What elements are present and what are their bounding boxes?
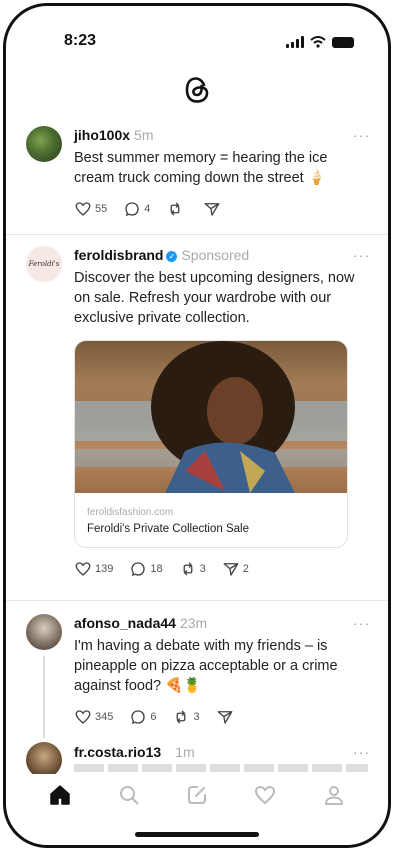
ad-photo[interactable] xyxy=(75,341,347,493)
reply-button[interactable]: 6 xyxy=(129,708,156,726)
nav-activity[interactable] xyxy=(245,775,285,815)
send-icon xyxy=(204,203,220,216)
like-button[interactable]: 139 xyxy=(74,560,113,578)
status-time: 8:23 xyxy=(64,32,97,49)
verified-badge-icon: ✓ xyxy=(166,251,178,262)
threads-logo[interactable] xyxy=(6,74,388,111)
ad-photo-illustration xyxy=(75,341,347,493)
post-actions: 55 4 xyxy=(74,200,224,218)
heart-icon xyxy=(75,710,91,724)
avatar[interactable] xyxy=(26,614,62,650)
post-text-truncated xyxy=(74,764,368,772)
phone-frame: 8:23 jiho100x 5m ··· Best summer memory =… xyxy=(3,3,391,848)
home-icon xyxy=(50,785,70,805)
wifi-icon xyxy=(310,36,326,48)
repost-button[interactable] xyxy=(166,200,187,218)
share-button[interactable] xyxy=(216,708,237,726)
repost-button[interactable]: 3 xyxy=(179,560,206,578)
post-jiho100x[interactable]: jiho100x 5m ··· Best summer memory = hear… xyxy=(6,124,388,236)
repost-count: 3 xyxy=(193,711,200,723)
status-bar: 8:23 xyxy=(6,32,388,56)
avatar[interactable] xyxy=(26,126,62,162)
bottom-nav xyxy=(6,775,388,815)
post-username[interactable]: feroldisbrand xyxy=(74,247,163,263)
more-options-icon[interactable]: ··· xyxy=(353,247,370,263)
sponsored-link-card[interactable]: feroldisfashion.com Feroldi's Private Co… xyxy=(74,340,348,548)
post-time: 5m xyxy=(134,127,154,143)
post-username[interactable]: afonso_nada44 xyxy=(74,615,176,631)
status-icons xyxy=(286,36,354,48)
like-count: 55 xyxy=(95,203,108,215)
post-actions: 139 18 3 2 xyxy=(74,560,249,578)
more-options-icon[interactable]: ··· xyxy=(353,615,370,631)
nav-search[interactable] xyxy=(109,775,149,815)
repost-icon xyxy=(177,710,186,724)
cellular-signal-icon xyxy=(286,36,304,48)
post-text: Discover the best upcoming designers, no… xyxy=(74,270,355,326)
reply-count: 6 xyxy=(150,711,157,723)
brand-avatar-text: Feroldi's xyxy=(28,260,60,268)
repost-button[interactable]: 3 xyxy=(172,708,200,726)
battery-icon xyxy=(332,36,354,48)
reply-count: 18 xyxy=(150,563,163,575)
post-text: Best summer memory = hearing the ice cre… xyxy=(74,150,328,186)
repost-icon xyxy=(183,562,193,576)
thread-line xyxy=(43,656,45,738)
profile-icon xyxy=(324,786,343,805)
divider xyxy=(6,234,388,235)
like-button[interactable]: 345 xyxy=(74,708,113,726)
avatar[interactable] xyxy=(26,742,62,774)
send-icon xyxy=(217,711,233,724)
sponsored-label: Sponsored xyxy=(181,247,250,263)
post-text: I'm having a debate with my friends – is… xyxy=(74,638,338,694)
share-count: 2 xyxy=(242,563,249,575)
nav-home[interactable] xyxy=(40,775,80,815)
heart-icon xyxy=(75,562,91,576)
post-actions: 345 6 3 xyxy=(74,708,237,726)
heart-icon xyxy=(75,202,91,216)
like-count: 139 xyxy=(95,563,114,575)
reply-button[interactable]: 4 xyxy=(123,200,150,218)
search-icon xyxy=(119,786,139,805)
comment-icon xyxy=(131,710,146,724)
repost-icon xyxy=(170,202,180,216)
ad-title: Feroldi's Private Collection Sale xyxy=(87,523,249,535)
nav-profile[interactable] xyxy=(314,775,354,815)
home-indicator[interactable] xyxy=(135,832,259,837)
reply-button[interactable]: 18 xyxy=(129,560,163,578)
comment-icon xyxy=(125,202,139,216)
divider xyxy=(6,600,388,601)
more-options-icon[interactable]: ··· xyxy=(353,127,370,143)
post-time: 1m xyxy=(175,744,195,760)
comment-icon xyxy=(131,562,146,576)
post-username[interactable]: jiho100x xyxy=(74,127,130,143)
reply-count: 4 xyxy=(144,203,151,215)
more-options-icon[interactable]: ··· xyxy=(353,744,370,760)
like-button[interactable]: 55 xyxy=(74,200,107,218)
post-username[interactable]: fr.costa.rio13 xyxy=(74,744,161,760)
send-icon xyxy=(223,563,239,576)
share-button[interactable]: 2 xyxy=(222,560,249,578)
threads-logo-icon xyxy=(185,77,209,103)
heart-icon xyxy=(255,785,276,805)
compose-icon xyxy=(187,786,206,804)
share-button[interactable] xyxy=(203,200,224,218)
post-fr.costa.rio13[interactable]: fr.costa.rio13 1m ··· xyxy=(6,740,388,774)
ad-url: feroldisfashion.com xyxy=(87,507,174,518)
post-afonso_nada44[interactable]: afonso_nada44 23m ··· I'm having a debate… xyxy=(6,612,388,738)
repost-count: 3 xyxy=(199,563,206,575)
brand-avatar[interactable]: Feroldi's xyxy=(26,246,62,282)
like-count: 345 xyxy=(95,711,114,723)
post-time: 23m xyxy=(179,615,208,631)
nav-compose[interactable] xyxy=(177,775,217,815)
